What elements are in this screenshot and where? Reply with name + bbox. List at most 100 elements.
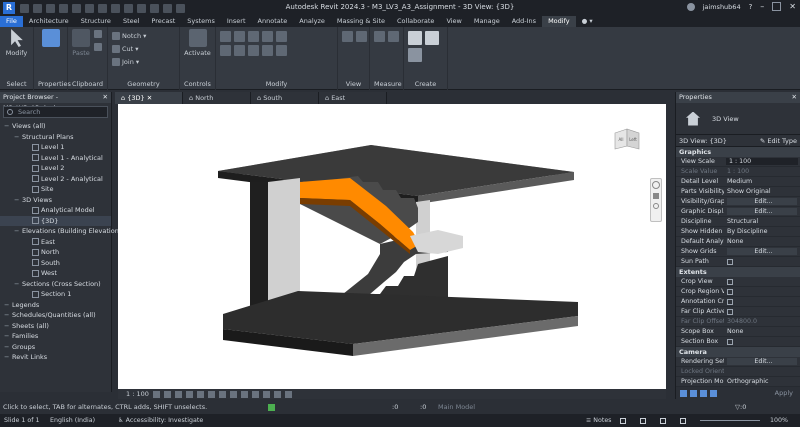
accessibility-status[interactable]: ♿ Accessibility: Investigate — [118, 414, 203, 427]
hide-icon[interactable] — [356, 31, 367, 42]
dimension-icon[interactable] — [388, 31, 399, 42]
tab-systems[interactable]: Systems — [181, 16, 221, 27]
copy-icon[interactable] — [94, 29, 102, 39]
view-scrollbar[interactable] — [666, 104, 672, 399]
normal-view-icon[interactable] — [620, 418, 626, 424]
view-selector-dropdown[interactable]: 3D View: {3D} — [679, 137, 727, 145]
tree-item[interactable]: − Views (all) — [0, 121, 111, 132]
visual-style-icon[interactable] — [163, 390, 171, 398]
property-value[interactable]: Show Original — [724, 187, 800, 196]
design-option[interactable]: Main Model — [438, 401, 475, 414]
reading-view-icon[interactable] — [660, 418, 666, 424]
mirror-draw-icon[interactable] — [262, 31, 273, 42]
property-value[interactable]: 1 : 100 — [726, 158, 798, 165]
user-name[interactable]: jaimshub64 — [703, 3, 741, 11]
tree-item[interactable]: {3D} — [0, 215, 111, 226]
property-checkbox[interactable] — [724, 337, 800, 346]
edit-type-button[interactable]: ✎ Edit Type — [760, 137, 797, 145]
lock-view-icon[interactable] — [229, 390, 237, 398]
pan-icon[interactable] — [653, 193, 659, 199]
activate-button[interactable]: Activate — [184, 29, 211, 57]
create-parts-icon[interactable] — [408, 31, 422, 45]
tree-item[interactable]: Analytical Model — [0, 205, 111, 216]
trim-icon[interactable] — [262, 45, 273, 56]
property-edit-button[interactable]: Edit... — [727, 198, 797, 205]
tab-manage[interactable]: Manage — [468, 16, 506, 27]
tree-item[interactable]: −3D Views — [0, 195, 111, 206]
tree-item[interactable]: Section 1 — [0, 289, 111, 300]
redo-icon[interactable] — [72, 3, 81, 13]
select-links-icon[interactable] — [700, 389, 707, 397]
expand-icon[interactable]: − — [4, 121, 12, 132]
property-value[interactable]: None — [724, 327, 800, 336]
maximize-icon[interactable] — [772, 2, 782, 11]
slide-sorter-icon[interactable] — [640, 418, 646, 424]
3d-view-canvas[interactable] — [118, 104, 666, 389]
close-icon[interactable]: ✕ — [792, 92, 797, 103]
tab-structure[interactable]: Structure — [75, 16, 117, 27]
close-icon[interactable]: ✕ — [103, 92, 108, 103]
expand-icon[interactable]: − — [14, 279, 22, 290]
create-group-icon[interactable] — [425, 31, 439, 45]
property-checkbox[interactable] — [724, 297, 800, 306]
tab-precast[interactable]: Precast — [145, 16, 181, 27]
tree-item[interactable]: North — [0, 247, 111, 258]
tree-item[interactable]: Level 2 - Analytical — [0, 174, 111, 185]
checkbox-icon[interactable] — [727, 289, 733, 295]
move-icon[interactable] — [220, 45, 231, 56]
detail-level-icon[interactable] — [152, 390, 160, 398]
modify-button[interactable]: Modify — [4, 29, 29, 57]
tab-south[interactable]: ⌂ South — [251, 92, 319, 104]
tab-3d-view[interactable]: ⌂ {3D} ✕ — [115, 92, 183, 104]
checkbox-icon[interactable] — [727, 309, 733, 315]
paste-button[interactable]: Paste — [72, 29, 90, 57]
property-checkbox[interactable] — [724, 277, 800, 286]
tree-item[interactable]: East — [0, 237, 111, 248]
select-pinned-icon[interactable] — [710, 389, 717, 397]
tree-item[interactable]: − Structural Plans — [0, 132, 111, 143]
tab-file[interactable]: File — [0, 16, 23, 27]
property-value[interactable]: Orthographic — [724, 377, 800, 386]
rotate-icon[interactable] — [248, 45, 259, 56]
zoom-icon[interactable] — [653, 203, 659, 209]
property-value[interactable]: None — [724, 237, 800, 246]
print-icon[interactable] — [85, 3, 94, 13]
analytical-model-icon[interactable] — [262, 390, 270, 398]
tree-item[interactable]: Site — [0, 184, 111, 195]
property-checkbox[interactable] — [724, 257, 800, 266]
expand-icon[interactable]: − — [14, 195, 22, 206]
view-cube[interactable]: All Left — [614, 128, 640, 150]
close-icon[interactable]: ✕ — [789, 2, 796, 11]
render-icon[interactable] — [196, 390, 204, 398]
crop-region-icon[interactable] — [218, 390, 226, 398]
expand-icon[interactable]: − — [4, 331, 12, 342]
text-icon[interactable] — [111, 3, 120, 13]
tree-item[interactable]: West — [0, 268, 111, 279]
tab-analyze[interactable]: Analyze — [293, 16, 331, 27]
expand-icon[interactable]: − — [14, 132, 22, 143]
zoom-slider[interactable] — [700, 420, 760, 421]
checkbox-icon[interactable] — [727, 279, 733, 285]
tree-item[interactable]: − Sections (Cross Section) — [0, 279, 111, 290]
property-value[interactable]: Medium — [724, 177, 800, 186]
property-checkbox[interactable] — [724, 307, 800, 316]
tab-annotate[interactable]: Annotate — [252, 16, 294, 27]
open-icon[interactable] — [20, 3, 29, 13]
tree-item[interactable]: − Sheets (all) — [0, 321, 111, 332]
expand-icon[interactable]: − — [4, 310, 12, 321]
reveal-hidden-icon[interactable] — [251, 390, 259, 398]
project-browser-search[interactable]: Search — [3, 106, 108, 118]
offset-icon[interactable] — [234, 31, 245, 42]
tree-item[interactable]: − Revit Links — [0, 352, 111, 363]
tree-item[interactable]: Level 1 - Analytical — [0, 153, 111, 164]
contextual-toggle-icon[interactable]: ● ▾ — [576, 16, 599, 27]
structure-3d-model[interactable] — [118, 104, 666, 389]
checkbox-icon[interactable] — [727, 299, 733, 305]
snap-icon[interactable] — [680, 389, 687, 397]
tab-modify[interactable]: Modify — [542, 16, 576, 27]
worksets-icon[interactable] — [268, 404, 275, 411]
thin-lines-icon[interactable] — [150, 3, 159, 13]
properties-button[interactable] — [38, 29, 63, 49]
align-icon[interactable] — [220, 31, 231, 42]
tree-item[interactable]: South — [0, 258, 111, 269]
